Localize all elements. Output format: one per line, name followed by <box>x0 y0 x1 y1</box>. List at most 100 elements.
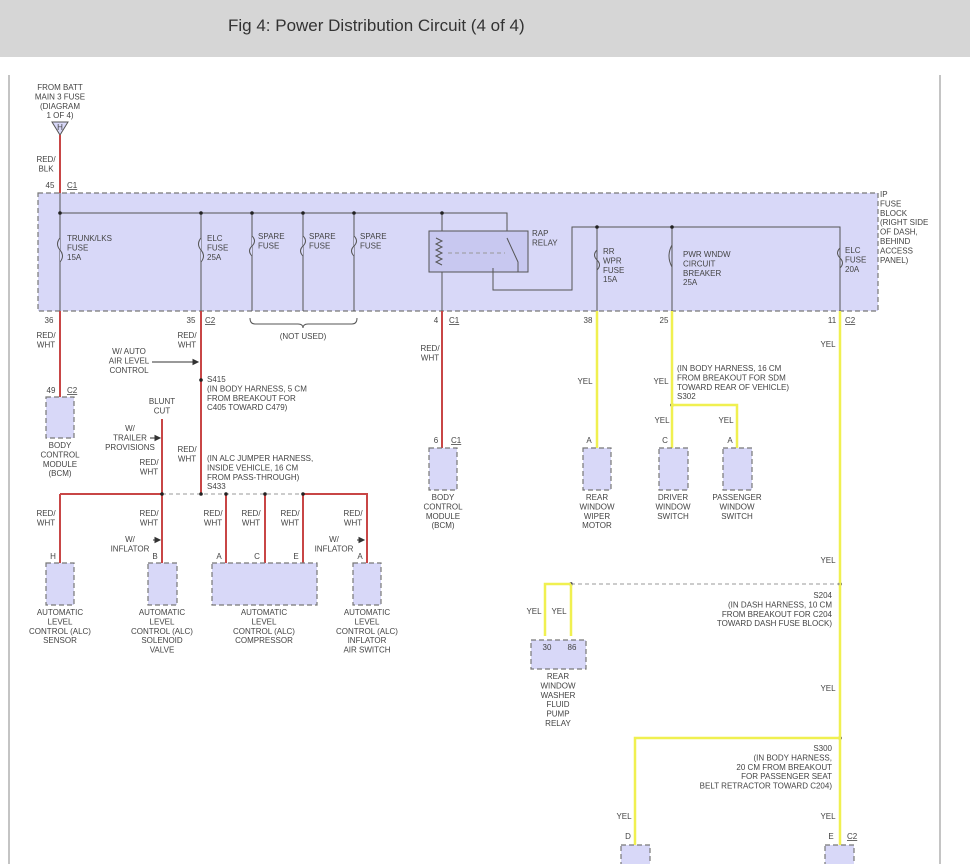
washer-relay-label: REAR WINDOW WASHER FLUID PUMP RELAY <box>540 672 576 728</box>
label-line: RED/ <box>203 509 223 518</box>
label-line: 1 OF 4) <box>46 111 73 120</box>
not-used-brace <box>249 317 358 329</box>
component-d-cut-off <box>620 844 651 864</box>
label-line: YEL <box>551 607 567 616</box>
inflator-option-label: W/INFLATOR <box>315 535 354 553</box>
label-line: 4 <box>434 316 439 325</box>
label-line: C2 <box>847 832 858 841</box>
label-line: PANEL) <box>880 256 909 265</box>
label-line: SPARE <box>360 232 387 241</box>
rear-window-wiper-motor <box>582 447 612 491</box>
label-line: S300 <box>813 744 832 753</box>
pin-label: C <box>254 552 260 561</box>
component-e-cut-off <box>824 844 855 864</box>
pin-label: E <box>293 552 298 561</box>
label-line: ELC <box>845 246 861 255</box>
label-line: YEL <box>616 812 632 821</box>
label-line: W/ <box>329 535 340 544</box>
label-line: FROM BREAKOUT FOR <box>207 394 296 403</box>
label-line: RED/ <box>420 344 440 353</box>
label-line: 25 <box>660 316 669 325</box>
label-line: RED/ <box>280 509 300 518</box>
label-line: (BCM) <box>431 521 454 530</box>
pin-label: 45 <box>46 181 55 190</box>
wire-color-label: YEL <box>718 416 734 425</box>
label-line: PWR WNDW <box>683 250 731 259</box>
label-line: CONTROL (ALC) <box>336 627 398 636</box>
inflator-option-label: W/INFLATOR <box>111 535 150 553</box>
label-line: RAP <box>532 229 548 238</box>
label-line: C2 <box>67 386 78 395</box>
pin-label: 30 <box>543 643 552 652</box>
label-line: FUSE <box>67 243 88 252</box>
connector-label: C2 <box>67 386 78 395</box>
splice-s415-label: S415 (IN BODY HARNESS, 5 CM FROM BREAKOUT … <box>207 375 307 412</box>
label-line: FROM BREAKOUT FOR C204 <box>722 610 833 619</box>
label-line: WHT <box>242 518 260 527</box>
label-line: BREAKER <box>683 269 721 278</box>
label-line: W/ AUTO <box>112 347 146 356</box>
label-line: LEVEL <box>252 617 277 626</box>
wire-color-label: RED/WHT <box>36 509 56 527</box>
alc-compressor <box>211 562 318 606</box>
label-line: PASSENGER <box>712 493 761 502</box>
label-line: C1 <box>449 316 460 325</box>
label-line: W/ <box>125 535 136 544</box>
label-line: SWITCH <box>721 512 753 521</box>
label-line: (NOT USED) <box>280 332 327 341</box>
wire-color-label: YEL <box>820 812 836 821</box>
pin-label: 36 <box>45 316 54 325</box>
label-line: FROM PASS-THROUGH) <box>207 473 300 482</box>
label-line: RED/ <box>241 509 261 518</box>
passenger-window-switch <box>722 447 753 491</box>
wire-color-label: RED/WHT <box>241 509 261 527</box>
label-line: YEL <box>654 416 670 425</box>
label-line: SPARE <box>309 232 336 241</box>
wire-color-label: YEL <box>820 556 836 565</box>
not-used-label: (NOT USED) <box>280 332 327 341</box>
wire-color-label: RED/WHT <box>139 458 159 476</box>
label-line: C1 <box>67 181 78 190</box>
label-line: A <box>216 552 222 561</box>
pin-label: 86 <box>568 643 577 652</box>
wire-color-label: RED/WHT <box>139 509 159 527</box>
label-line: BODY <box>49 441 72 450</box>
label-line: S302 <box>677 392 696 401</box>
label-line: OF DASH, <box>880 228 918 237</box>
driver-window-switch <box>658 447 689 491</box>
label-line: W/ <box>125 424 136 433</box>
label-line: C <box>254 552 260 561</box>
alc-solenoid-label: AUTOMATIC LEVEL CONTROL (ALC) SOLENOID VALVE <box>131 608 193 655</box>
label-line: INFLATOR <box>111 544 150 553</box>
label-line: FLUID <box>546 700 569 709</box>
pin-label: B <box>152 552 157 561</box>
label-line: 25A <box>207 253 222 262</box>
label-line: REAR <box>586 493 608 502</box>
wire-color-label: YEL <box>654 416 670 425</box>
label-line: VALVE <box>150 646 175 655</box>
label-line: INSIDE VEHICLE, 16 CM <box>207 463 298 472</box>
label-line: D <box>625 832 631 841</box>
label-line: 6 <box>434 436 439 445</box>
pin-label: 25 <box>660 316 669 325</box>
connector-label: C2 <box>205 316 216 325</box>
splice-dots <box>160 378 842 740</box>
label-line: RED/ <box>177 445 197 454</box>
label-line: E <box>828 832 833 841</box>
blunt-cut-label: BLUNT CUT <box>149 397 175 415</box>
connector-label: C1 <box>449 316 460 325</box>
label-line: AUTOMATIC <box>139 608 186 617</box>
label-line: LEVEL <box>48 617 73 626</box>
label-line: (IN ALC JUMPER HARNESS, <box>207 454 313 463</box>
label-line: WHT <box>204 518 222 527</box>
label-line: TRAILER <box>113 433 147 442</box>
wire-color-label: RED/WHT <box>36 331 56 349</box>
label-line: AIR LEVEL <box>109 356 150 365</box>
label-line: (IN BODY HARNESS, <box>753 753 832 762</box>
label-line: COMPRESSOR <box>235 636 293 645</box>
label-line: 36 <box>45 316 54 325</box>
label-line: (IN BODY HARNESS, 16 CM <box>677 364 782 373</box>
label-line: WHT <box>344 518 362 527</box>
pin-label: 6 <box>434 436 439 445</box>
wire-color-label: RED/WHT <box>280 509 300 527</box>
